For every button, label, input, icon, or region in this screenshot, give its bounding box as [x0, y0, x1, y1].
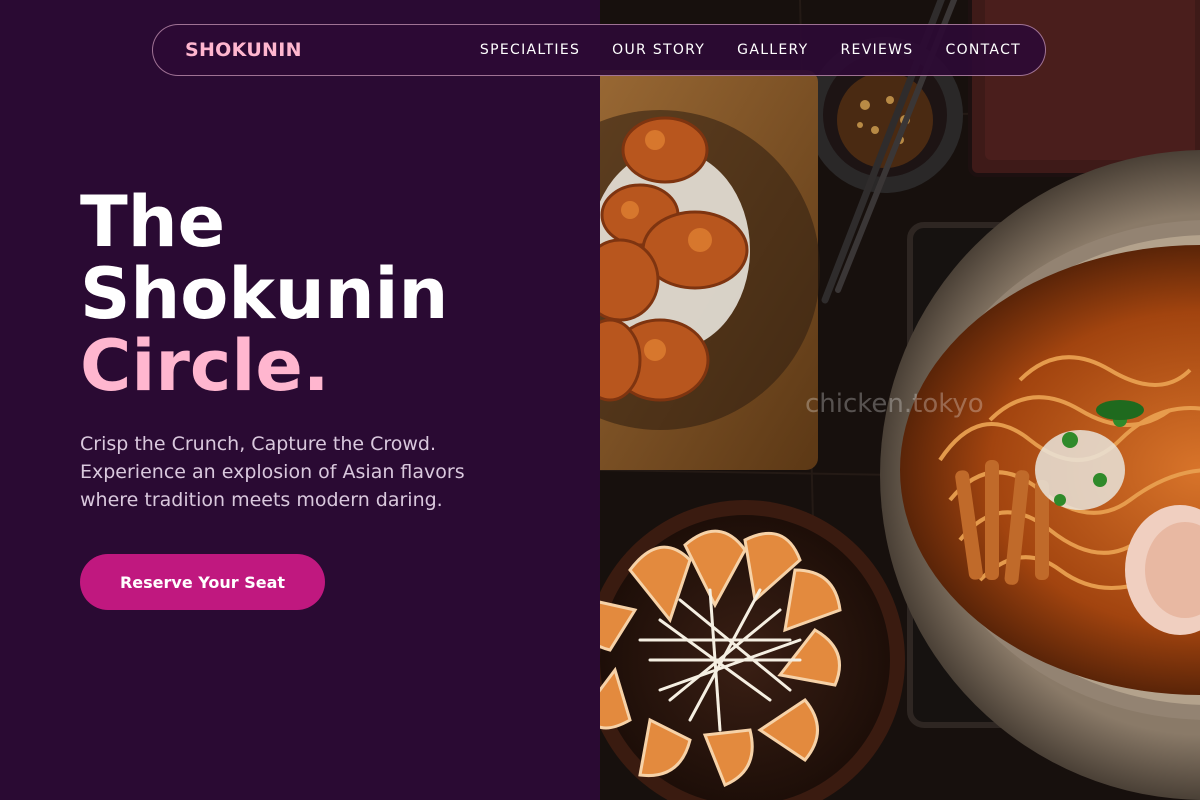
ramen-negi-topping — [1035, 430, 1125, 510]
hero-subtitle-line-2: Experience an explosion of Asian flavors — [80, 461, 465, 483]
hero-food-photo: chicken.tokyo — [600, 0, 1200, 800]
hero-subtitle-line-3: where tradition meets modern daring. — [80, 489, 443, 511]
hero-title: The Shokunin Circle. — [80, 186, 448, 402]
hero-subtitle-line-1: Crisp the Crunch, Capture the Crowd. — [80, 433, 437, 455]
landing-page: The Shokunin Circle. Crisp the Crunch, C… — [0, 0, 1200, 800]
nav-link-reviews[interactable]: REVIEWS — [841, 42, 914, 58]
hero-title-line-2: Shokunin — [80, 253, 449, 335]
photo-watermark: chicken.tokyo — [805, 389, 984, 419]
karaage-plate — [600, 70, 820, 470]
top-navigation: SHOKUNIN SPECIALTIES OUR STORY GALLERY R… — [152, 24, 1046, 76]
nav-links: SPECIALTIES OUR STORY GALLERY REVIEWS CO… — [480, 42, 1021, 58]
nav-link-our-story[interactable]: OUR STORY — [612, 42, 705, 58]
hero-subtitle: Crisp the Crunch, Capture the Crowd. Exp… — [80, 430, 550, 514]
nav-link-contact[interactable]: CONTACT — [946, 42, 1022, 58]
nav-link-gallery[interactable]: GALLERY — [737, 42, 808, 58]
nav-link-specialties[interactable]: SPECIALTIES — [480, 42, 580, 58]
hero-title-line-1: The — [80, 181, 226, 263]
food-photo-illustration: chicken.tokyo — [600, 0, 1200, 800]
brand-logo[interactable]: SHOKUNIN — [185, 39, 302, 61]
reserve-seat-button[interactable]: Reserve Your Seat — [80, 554, 325, 610]
hero-left-panel: The Shokunin Circle. Crisp the Crunch, C… — [0, 0, 600, 800]
hero-title-accent: Circle. — [80, 325, 330, 407]
